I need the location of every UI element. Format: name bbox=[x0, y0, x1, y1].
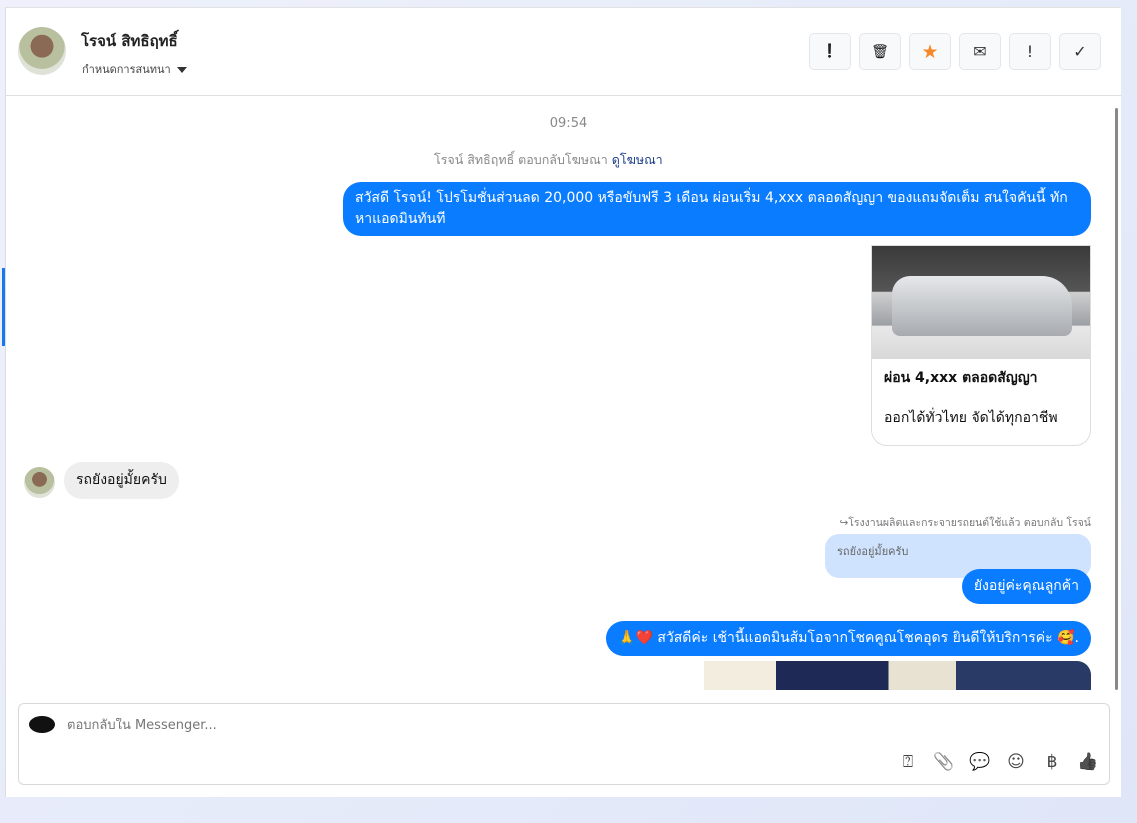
composer-toolbar: ⍰ 📎 💬 ☺ ฿ 👍 bbox=[897, 752, 1099, 772]
conversation-header: โรจน์ สิทธิฤทธิ์ กำหนดการสนทนา ❗ 🗑 ★ ✉ !… bbox=[6, 8, 1122, 96]
caret-down-icon bbox=[176, 67, 187, 73]
promo-image bbox=[641, 661, 1091, 690]
reply-input[interactable] bbox=[67, 718, 867, 733]
incoming-message: รถยังอยู่มั้ยครับ bbox=[64, 462, 179, 499]
follow-up-button[interactable]: ! bbox=[1009, 33, 1051, 70]
thumbs-up-icon[interactable]: 👍 bbox=[1077, 752, 1099, 772]
delete-button[interactable]: 🗑 bbox=[859, 33, 901, 70]
car-image bbox=[872, 246, 1090, 359]
active-indicator bbox=[2, 268, 5, 346]
reply-label-text: โรงงานผลิตและกระจายรถยนต์ใช้แล้ว ตอบกลับ… bbox=[848, 517, 1091, 529]
star-button[interactable]: ★ bbox=[909, 33, 951, 70]
mark-done-button[interactable]: ✓ bbox=[1059, 33, 1101, 70]
paperclip-icon[interactable]: 📎 bbox=[933, 752, 955, 772]
page-logo bbox=[29, 716, 55, 733]
contact-avatar-small bbox=[24, 467, 55, 498]
star-icon: ★ bbox=[921, 40, 939, 63]
timestamp: 09:54 bbox=[549, 116, 588, 131]
alert-circle-icon: ❗ bbox=[821, 44, 839, 59]
schedule-label: กำหนดการสนทนา bbox=[82, 63, 171, 76]
ad-reply-text: โรจน์ สิทธิฤทธิ์ ตอบกลับโฆษณา bbox=[434, 152, 608, 167]
scrollbar[interactable] bbox=[1115, 108, 1118, 690]
reply-label: ↪โรงงานผลิตและกระจายรถยนต์ใช้แล้ว ตอบกลั… bbox=[839, 517, 1091, 529]
reply-composer: ⍰ 📎 💬 ☺ ฿ 👍 bbox=[18, 703, 1110, 785]
ad-reply-notice: โรจน์ สิทธิฤทธิ์ ตอบกลับโฆษณา ดูโฆษณา bbox=[434, 150, 663, 170]
spam-button[interactable]: ❗ bbox=[809, 33, 851, 70]
conversation-schedule-dropdown[interactable]: กำหนดการสนทนา bbox=[82, 60, 187, 78]
saved-reply-icon[interactable]: ⍰ bbox=[897, 752, 919, 772]
ad-card[interactable]: ผ่อน 4,xxx ตลอดสัญญา ออกได้ทั่วไทย จัดได… bbox=[871, 245, 1091, 446]
outgoing-reply: ยังอยู่ค่ะคุณลูกค้า bbox=[961, 569, 1091, 604]
exclamation-icon: ! bbox=[1026, 42, 1034, 61]
outgoing-greeting: 🙏❤️ สวัสดีค่ะ เช้านี้แอดมินส้มโอจากโชคคู… bbox=[606, 621, 1091, 656]
contact-avatar[interactable] bbox=[18, 27, 66, 75]
baht-icon[interactable]: ฿ bbox=[1041, 752, 1063, 772]
chat-bubble-icon[interactable]: 💬 bbox=[969, 752, 991, 772]
check-icon: ✓ bbox=[1073, 42, 1087, 61]
outgoing-message: สวัสดี โรจน์! โปรโมชั่นส่วนลด 20,000 หรื… bbox=[343, 182, 1091, 236]
emoji-icon[interactable]: ☺ bbox=[1005, 752, 1027, 772]
view-ad-link[interactable]: ดูโฆษณา bbox=[612, 152, 663, 167]
card-description: ออกได้ทั่วไทย จัดได้ทุกอาชีพ bbox=[884, 410, 1058, 426]
contact-name: โรจน์ สิทธิฤทธิ์ bbox=[81, 32, 178, 50]
trash-icon: 🗑 bbox=[871, 43, 889, 60]
card-title: ผ่อน 4,xxx ตลอดสัญญา bbox=[884, 370, 1038, 386]
mark-unread-button[interactable]: ✉ bbox=[959, 33, 1001, 70]
envelope-icon: ✉ bbox=[973, 42, 987, 61]
header-toolbar: ❗ 🗑 ★ ✉ ! ✓ bbox=[809, 33, 1101, 70]
